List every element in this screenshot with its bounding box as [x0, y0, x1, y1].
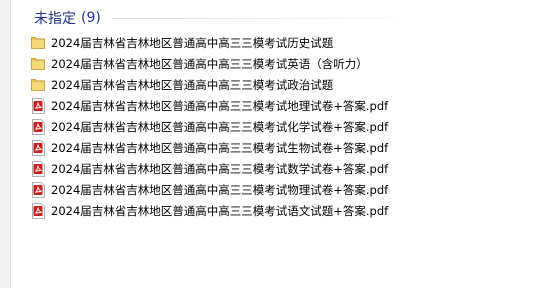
file-name: 2024届吉林省吉林地区普通高中高三三模考试语文试题+答案.pdf [51, 203, 389, 218]
file-name: 2024届吉林省吉林地区普通高中高三三模考试化学试卷+答案.pdf [51, 119, 389, 134]
file-name: 2024届吉林省吉林地区普通高中高三三模考试数学试卷+答案.pdf [51, 161, 389, 176]
pdf-icon [31, 97, 45, 114]
group-label: 未指定 [34, 11, 76, 27]
group-divider [113, 18, 397, 19]
file-item[interactable]: 2024届吉林省吉林地区普通高中高三三模考试数学试卷+答案.pdf [31, 158, 388, 179]
file-item[interactable]: 2024届吉林省吉林地区普通高中高三三模考试政治试题 [31, 74, 388, 95]
file-name: 2024届吉林省吉林地区普通高中高三三模考试英语（含听力） [51, 56, 368, 71]
pdf-icon [31, 181, 45, 198]
file-name: 2024届吉林省吉林地区普通高中高三三模考试政治试题 [51, 77, 334, 92]
group-count: (9) [81, 10, 101, 26]
navigation-pane-edge[interactable] [0, 0, 11, 288]
file-name: 2024届吉林省吉林地区普通高中高三三模考试生物试卷+答案.pdf [51, 140, 389, 155]
group-header[interactable]: 未指定 (9) [34, 8, 101, 28]
pdf-icon [31, 160, 45, 177]
pdf-icon [31, 202, 45, 219]
file-item[interactable]: 2024届吉林省吉林地区普通高中高三三模考试英语（含听力） [31, 53, 388, 74]
file-item[interactable]: 2024届吉林省吉林地区普通高中高三三模考试生物试卷+答案.pdf [31, 137, 388, 158]
file-name: 2024届吉林省吉林地区普通高中高三三模考试物理试卷+答案.pdf [51, 182, 389, 197]
file-item[interactable]: 2024届吉林省吉林地区普通高中高三三模考试历史试题 [31, 32, 388, 53]
pdf-icon [31, 118, 45, 135]
folder-icon [31, 35, 45, 51]
file-name: 2024届吉林省吉林地区普通高中高三三模考试地理试卷+答案.pdf [51, 98, 389, 113]
file-item[interactable]: 2024届吉林省吉林地区普通高中高三三模考试地理试卷+答案.pdf [31, 95, 388, 116]
file-item[interactable]: 2024届吉林省吉林地区普通高中高三三模考试语文试题+答案.pdf [31, 200, 388, 221]
folder-icon [31, 56, 45, 72]
folder-icon [31, 77, 45, 93]
pdf-icon [31, 139, 45, 156]
file-list: 2024届吉林省吉林地区普通高中高三三模考试历史试题 2024届吉林省吉林地区普… [31, 32, 388, 221]
file-item[interactable]: 2024届吉林省吉林地区普通高中高三三模考试物理试卷+答案.pdf [31, 179, 388, 200]
file-name: 2024届吉林省吉林地区普通高中高三三模考试历史试题 [51, 35, 334, 50]
explorer-window: 未指定 (9) 2024届吉林省吉林地区普通高中高三三模考试历史试题 2024届… [0, 0, 548, 288]
file-item[interactable]: 2024届吉林省吉林地区普通高中高三三模考试化学试卷+答案.pdf [31, 116, 388, 137]
